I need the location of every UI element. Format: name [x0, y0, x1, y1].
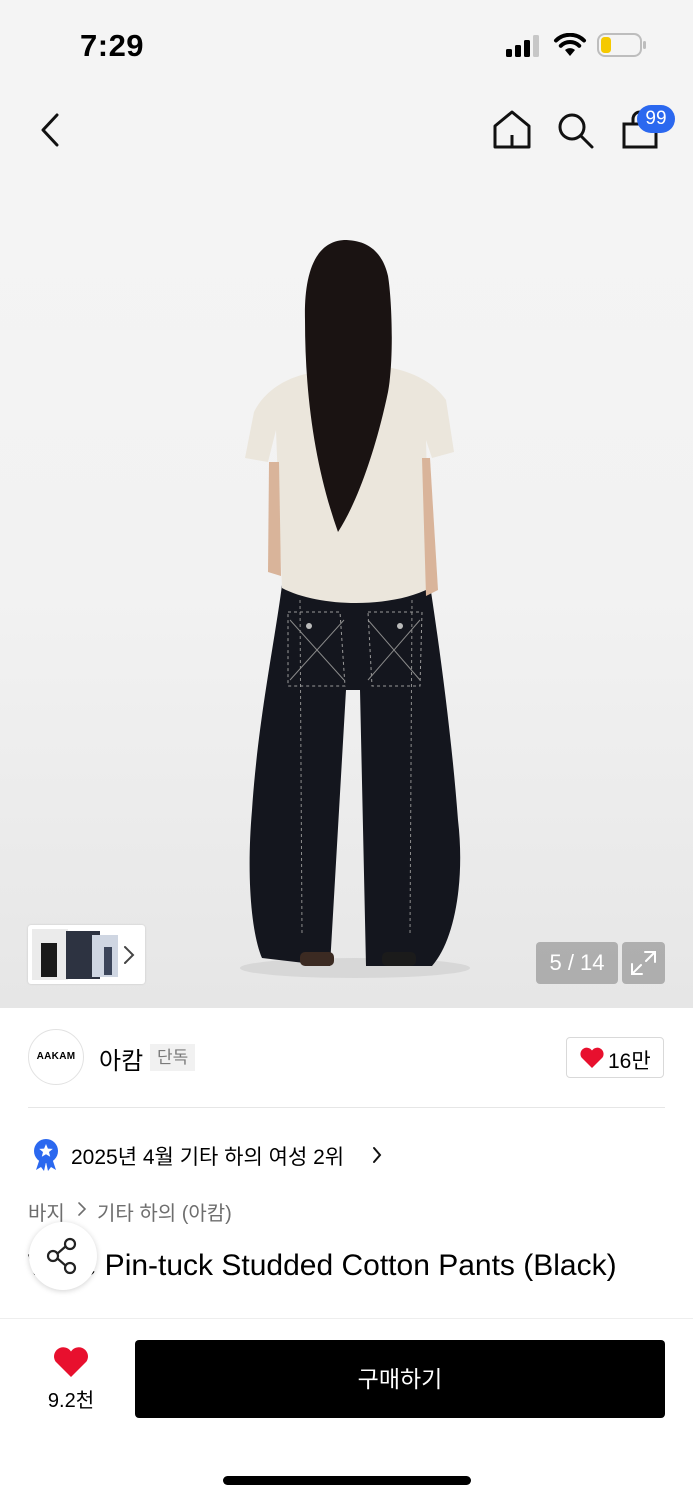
buy-button[interactable]: 구매하기	[135, 1340, 665, 1418]
product-image[interactable]	[0, 172, 693, 1008]
divider	[28, 1107, 665, 1108]
image-counter: 5 / 14	[536, 942, 618, 984]
exclusive-badge: 단독	[150, 1044, 196, 1071]
wifi-icon	[553, 33, 587, 58]
status-time: 7:29	[80, 28, 145, 63]
brand-like-count: 16만	[608, 1050, 651, 1073]
heart-icon	[579, 1046, 605, 1069]
brand-logo[interactable]: AAKAM	[28, 1029, 84, 1085]
breadcrumb-level2[interactable]: 기타 하의 (아캄)	[97, 1197, 232, 1226]
share-button[interactable]	[29, 1222, 97, 1290]
chevron-right-icon	[77, 1201, 87, 1217]
wishlist-count: 9.2천	[47, 1390, 95, 1412]
ranking-link[interactable]: 2025년 4월 기타 하의 여성 2위	[71, 1141, 344, 1171]
home-icon[interactable]	[492, 108, 532, 150]
expand-button[interactable]	[622, 942, 665, 984]
signal-icon	[506, 34, 542, 58]
wishlist-heart-icon[interactable]	[52, 1345, 90, 1379]
brand-name[interactable]: 아캄	[99, 1041, 143, 1076]
expand-icon	[631, 951, 656, 975]
share-icon	[46, 1237, 77, 1275]
chevron-right-icon	[122, 944, 136, 966]
chevron-right-icon	[371, 1145, 383, 1165]
ranking-badge-icon	[32, 1138, 60, 1172]
product-title: Wide Pin-tuck Studded Cotton Pants (Blac…	[28, 1249, 617, 1282]
back-icon[interactable]	[38, 112, 64, 148]
home-indicator	[223, 1476, 471, 1485]
cart-count-badge: 99	[637, 105, 675, 133]
battery-icon	[597, 33, 647, 58]
search-icon[interactable]	[556, 111, 596, 151]
